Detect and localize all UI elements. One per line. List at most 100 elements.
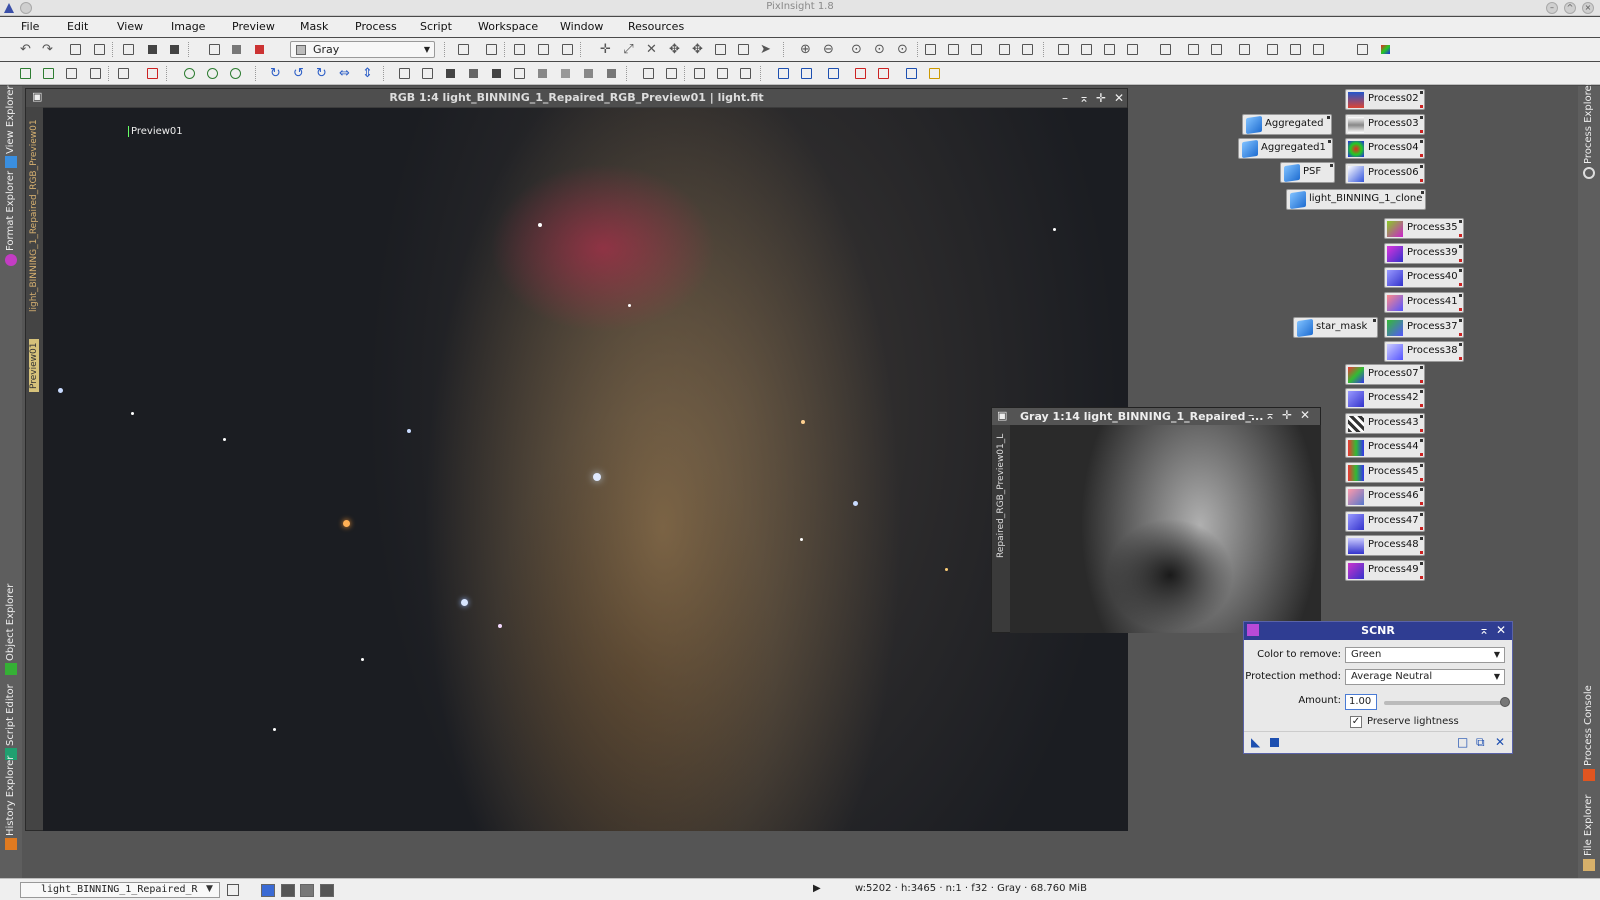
rotate-ccw-icon[interactable]: ↺ bbox=[291, 66, 306, 81]
panel-tab-view-explorer[interactable]: View Explorer bbox=[5, 85, 16, 154]
minimize-icon[interactable]: – bbox=[1546, 2, 1558, 14]
display-icon-3[interactable] bbox=[738, 66, 753, 81]
tab-gray-view[interactable]: Repaired_RGB_Preview01_L bbox=[996, 434, 1006, 558]
screen-icon-2[interactable] bbox=[799, 66, 814, 81]
zoom-to-fit-icon[interactable]: ⊙ bbox=[895, 42, 910, 57]
menu-view[interactable]: View bbox=[117, 20, 143, 33]
channel-b2-icon[interactable] bbox=[558, 66, 573, 81]
screen-icon-7[interactable] bbox=[927, 66, 942, 81]
screen-icon-6[interactable] bbox=[904, 66, 919, 81]
panel-tab-script-editor[interactable]: Script Editor bbox=[5, 684, 16, 746]
channel-b-icon[interactable] bbox=[489, 66, 504, 81]
window-menu-icon[interactable]: ▣ bbox=[997, 409, 1007, 422]
window-full-icon[interactable] bbox=[1020, 42, 1035, 57]
preview-restore-icon[interactable] bbox=[145, 66, 160, 81]
close-icon[interactable]: ✕ bbox=[1496, 623, 1506, 637]
zoom-tool-icon[interactable] bbox=[512, 42, 527, 57]
process-icon[interactable]: Process45 bbox=[1345, 462, 1425, 483]
mirror-v-icon[interactable]: ⇕ bbox=[360, 66, 375, 81]
chevron-down-icon[interactable]: ▼ bbox=[206, 884, 213, 894]
display-color-icon[interactable] bbox=[1378, 42, 1393, 57]
channel-select[interactable]: Gray ▼ bbox=[290, 41, 435, 58]
apply-icon[interactable] bbox=[1270, 738, 1279, 747]
display-icon-1[interactable] bbox=[692, 66, 707, 81]
window-tile-icon[interactable] bbox=[923, 42, 938, 57]
process-icon[interactable]: Process42 bbox=[1345, 388, 1425, 409]
menu-resources[interactable]: Resources bbox=[628, 20, 684, 33]
panel-tab-process-console[interactable]: Process Console bbox=[1583, 685, 1594, 766]
screen-icon-3[interactable] bbox=[826, 66, 841, 81]
preserve-lightness-checkbox[interactable]: ✓ bbox=[1350, 716, 1362, 728]
maximize-icon[interactable]: ✛ bbox=[1096, 91, 1106, 105]
new-instance-icon[interactable]: ◣ bbox=[1251, 735, 1260, 749]
process-icon-d[interactable] bbox=[1125, 42, 1140, 57]
window-menu-icon[interactable]: ▣ bbox=[32, 90, 42, 103]
preview-tool-icon[interactable] bbox=[560, 42, 575, 57]
channel-l-icon[interactable] bbox=[512, 66, 527, 81]
mask-invert-icon[interactable] bbox=[484, 42, 499, 57]
menu-edit[interactable]: Edit bbox=[67, 20, 88, 33]
menu-preview[interactable]: Preview bbox=[232, 20, 275, 33]
minimize-icon[interactable]: – bbox=[1248, 408, 1254, 422]
panel-tab-object-explorer[interactable]: Object Explorer bbox=[5, 584, 16, 661]
close-icon[interactable]: ✕ bbox=[1300, 408, 1310, 422]
mask-show-icon[interactable] bbox=[456, 42, 471, 57]
mask-op-icon-2[interactable] bbox=[420, 66, 435, 81]
fit-window-icon[interactable]: ✕ bbox=[644, 42, 659, 57]
edit-mode-icon[interactable] bbox=[713, 42, 728, 57]
preview-new-icon[interactable] bbox=[18, 66, 33, 81]
mask-remove-icon[interactable] bbox=[228, 66, 243, 81]
amount-input[interactable]: 1.00 bbox=[1345, 694, 1377, 710]
menu-mask[interactable]: Mask bbox=[300, 20, 328, 33]
view-selector[interactable]: light_BINNING_1_Repaired_R bbox=[20, 882, 220, 898]
astro-image-milky-way[interactable]: Preview01 bbox=[43, 108, 1128, 831]
mask-toggle-icon[interactable] bbox=[227, 884, 239, 896]
mask-enable-icon[interactable] bbox=[182, 66, 197, 81]
channel-r-icon[interactable] bbox=[443, 66, 458, 81]
minimize-icon[interactable]: – bbox=[1062, 91, 1068, 105]
image-info-icon[interactable] bbox=[68, 42, 83, 57]
process-icon-j[interactable] bbox=[1288, 42, 1303, 57]
maximize-icon[interactable]: ^ bbox=[1564, 2, 1576, 14]
window-fit-icon[interactable] bbox=[997, 42, 1012, 57]
process-icon[interactable]: Process04 bbox=[1345, 138, 1425, 159]
process-icon[interactable]: Process38 bbox=[1384, 341, 1464, 362]
crosshair-icon[interactable]: ✛ bbox=[598, 42, 613, 57]
screen-icon-4[interactable] bbox=[853, 66, 868, 81]
reset-icon[interactable]: ✕ bbox=[1495, 735, 1505, 749]
process-icon-k[interactable] bbox=[1311, 42, 1326, 57]
process-icon[interactable]: Process06 bbox=[1345, 163, 1425, 184]
tab-main-view[interactable]: light_BINNING_1_Repaired_RGB_Preview01 bbox=[29, 119, 39, 312]
panel-tab-history-explorer[interactable]: History Explorer bbox=[5, 756, 16, 836]
process-icon[interactable]: Process43 bbox=[1345, 413, 1425, 434]
panel-tab-format-explorer[interactable]: Format Explorer bbox=[5, 171, 16, 251]
channel-g-icon[interactable] bbox=[466, 66, 481, 81]
close-icon[interactable]: × bbox=[1582, 2, 1594, 14]
process-icon[interactable]: Process37 bbox=[1384, 317, 1464, 338]
process-icon-c[interactable] bbox=[1102, 42, 1117, 57]
stf-icon-2[interactable] bbox=[664, 66, 679, 81]
apply-global-icon[interactable]: ⧉ bbox=[1476, 735, 1485, 750]
maximize-icon[interactable]: ✛ bbox=[1282, 408, 1292, 422]
process-icon[interactable]: Process39 bbox=[1384, 243, 1464, 264]
preview-prev-icon[interactable] bbox=[88, 66, 103, 81]
process-icon[interactable]: light_BINNING_1_clone bbox=[1286, 189, 1426, 210]
menu-workspace[interactable]: Workspace bbox=[478, 20, 538, 33]
amount-slider-thumb[interactable] bbox=[1500, 697, 1510, 707]
close-icon[interactable]: ✕ bbox=[1114, 91, 1124, 105]
process-icon[interactable]: Process41 bbox=[1384, 292, 1464, 313]
display-gray-icon[interactable] bbox=[1355, 42, 1370, 57]
preview-store-icon[interactable] bbox=[116, 66, 131, 81]
gray-image-preview[interactable] bbox=[1010, 425, 1321, 633]
amount-slider-track[interactable] bbox=[1384, 701, 1506, 705]
color-to-remove-select[interactable]: Green ▼ bbox=[1345, 647, 1505, 663]
menu-process[interactable]: Process bbox=[355, 20, 397, 33]
process-icon-i[interactable] bbox=[1265, 42, 1280, 57]
shade-icon[interactable]: ⌅ bbox=[1079, 91, 1089, 105]
zoom-1-1-icon[interactable]: ⊙ bbox=[849, 42, 864, 57]
preview-delete-icon[interactable] bbox=[41, 66, 56, 81]
channel-c-icon[interactable] bbox=[581, 66, 596, 81]
process-icon-f[interactable] bbox=[1186, 42, 1201, 57]
process-icon[interactable]: Process47 bbox=[1345, 511, 1425, 532]
process-icon[interactable]: Process02 bbox=[1345, 89, 1425, 110]
